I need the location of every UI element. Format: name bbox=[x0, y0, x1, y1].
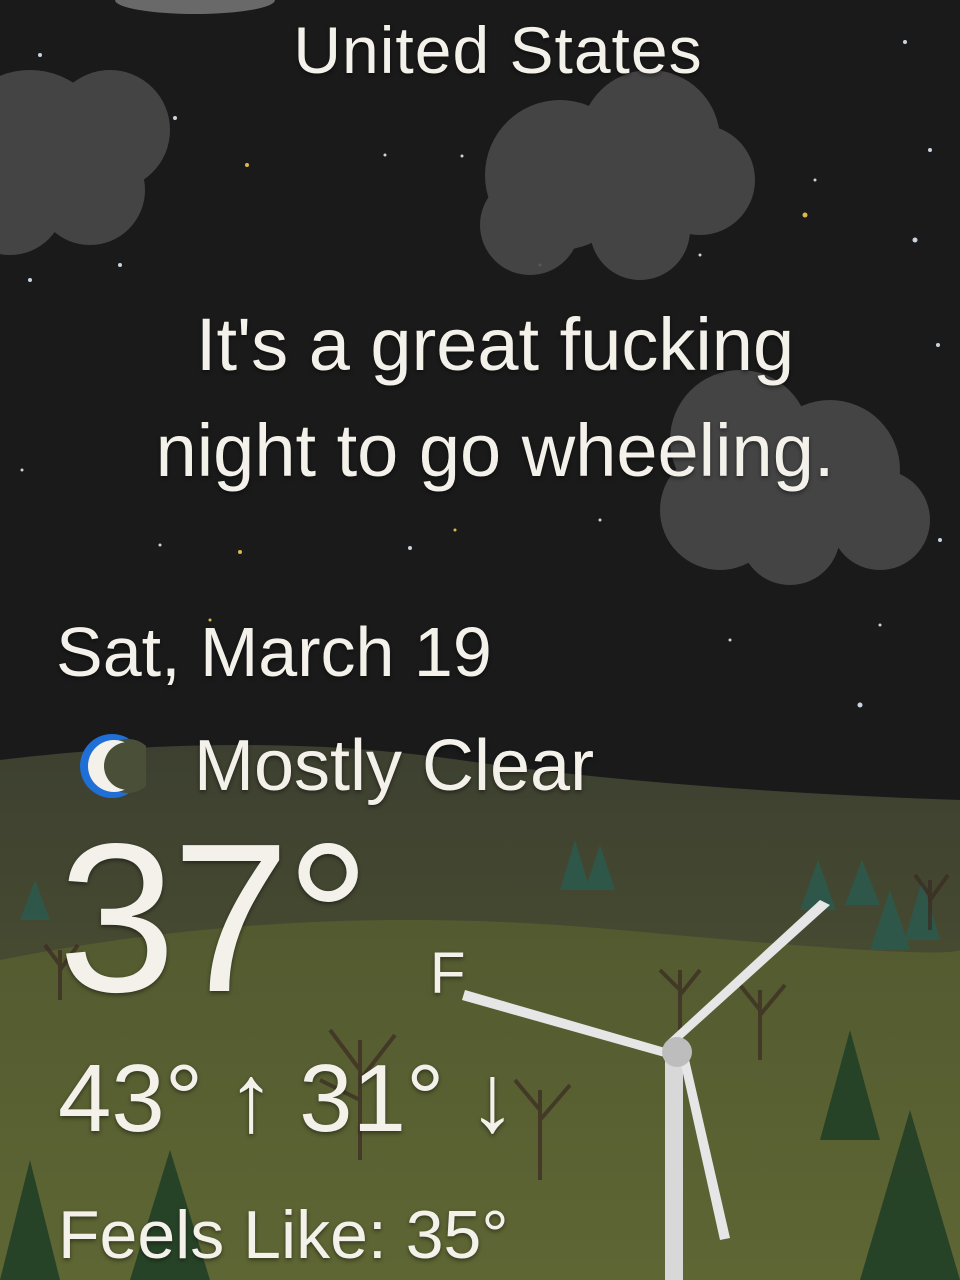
condition-text: Mostly Clear bbox=[194, 726, 595, 806]
arrow-down-icon: ↓ bbox=[468, 1045, 517, 1152]
crescent-moon-icon bbox=[80, 734, 146, 798]
feels-like-value: 35° bbox=[405, 1197, 509, 1273]
headline-line-1: It's a great fucking bbox=[195, 303, 795, 386]
high-low-temperatures: 43° ↑ 31° ↓ bbox=[58, 1044, 516, 1154]
headline-line-2: night to go wheeling. bbox=[155, 409, 835, 492]
forecast-date: Sat, March 19 bbox=[56, 613, 492, 691]
current-temperature: 37° bbox=[58, 799, 371, 1036]
weather-headline: It's a great fucking night to go wheelin… bbox=[0, 292, 960, 504]
arrow-up-icon: ↑ bbox=[227, 1045, 276, 1152]
high-temperature: 43° bbox=[58, 1045, 204, 1152]
location-name[interactable]: United States bbox=[0, 12, 960, 88]
feels-like: Feels Like: 35° bbox=[58, 1196, 509, 1274]
condition-row: Mostly Clear bbox=[74, 724, 594, 808]
temperature-unit[interactable]: F bbox=[430, 940, 465, 1007]
feels-like-label: Feels Like: bbox=[58, 1197, 387, 1273]
low-temperature: 31° bbox=[299, 1045, 445, 1152]
